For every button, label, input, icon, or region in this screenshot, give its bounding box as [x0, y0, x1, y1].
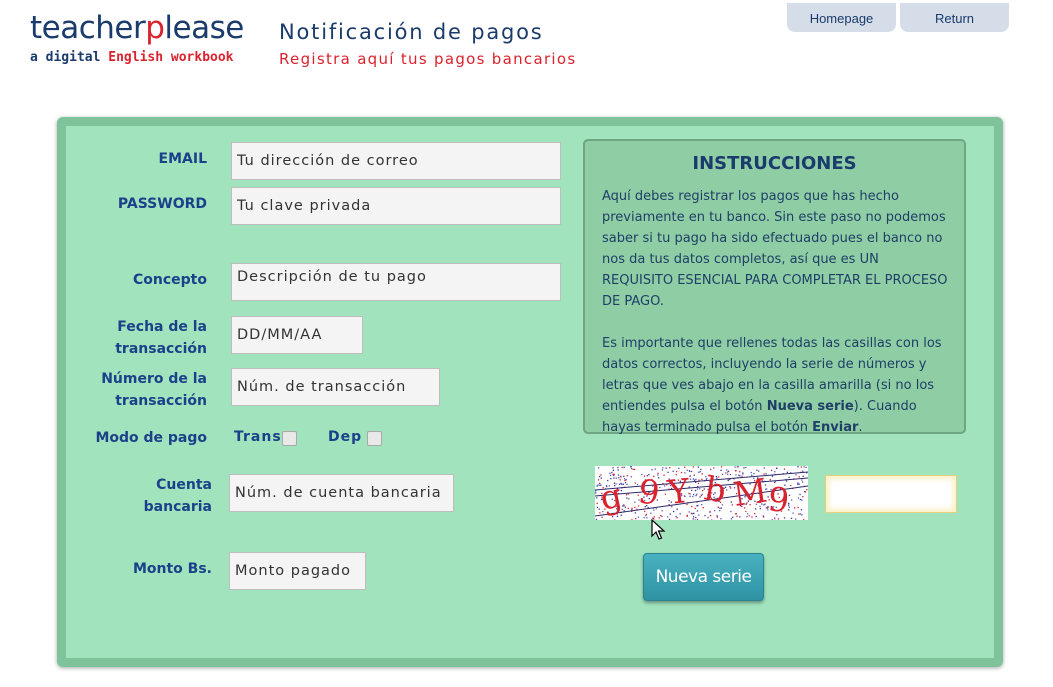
trans-label: Trans [234, 429, 282, 445]
captcha-char: M [731, 471, 770, 514]
concepto-label: Concepto [133, 272, 207, 288]
instructions-body: Aquí debes registrar los pagos que has h… [602, 186, 954, 459]
captcha-char: 9 [766, 479, 791, 520]
monto-field[interactable]: Monto pagado [229, 552, 366, 590]
instructions-box: INSTRUCCIONES Aquí debes registrar los p… [583, 139, 966, 435]
homepage-button[interactable]: Homepage [787, 3, 896, 32]
instructions-title: INSTRUCCIONES [692, 153, 857, 174]
cuenta-label: Cuenta bancaria [143, 477, 212, 515]
brand-logo: teacherplease a digital English workbook [30, 10, 244, 65]
captcha-char: Y [665, 471, 693, 512]
nueva-serie-button[interactable]: Nueva serie [643, 553, 764, 601]
logo-wordmark: teacherplease [30, 10, 244, 46]
logo-tagline: a digital English workbook [30, 50, 234, 65]
concepto-field[interactable]: Descripción de tu pago [231, 263, 561, 301]
password-field[interactable]: Tu clave privada [231, 187, 561, 225]
modo-label: Modo de pago [95, 430, 207, 446]
captcha-svg: g 9 Yb M9 [595, 466, 808, 520]
fecha-label: Fecha de la transacción [115, 319, 207, 357]
instructions-paragraph-1: Aquí debes registrar los pagos que has h… [602, 189, 948, 309]
dep-label: Dep [328, 429, 363, 445]
email-field[interactable]: Tu dirección de correo [231, 142, 561, 180]
captcha-char: b [702, 468, 730, 510]
monto-label: Monto Bs. [132, 561, 212, 577]
captcha-char: g [597, 475, 626, 518]
dep-checkbox[interactable] [367, 431, 382, 446]
page-subtitle: Registra aquí tus pagos bancarios [279, 50, 577, 68]
mouse-cursor-icon [651, 519, 666, 540]
cuenta-field[interactable]: Núm. de cuenta bancaria [229, 474, 454, 512]
captcha-input[interactable] [825, 475, 957, 513]
password-label: PASSWORD [117, 196, 207, 212]
fecha-field[interactable]: DD/MM/AA [231, 316, 363, 354]
trans-checkbox[interactable] [282, 431, 297, 446]
instructions-paragraph-2: Es importante que rellenes todas las cas… [602, 336, 942, 435]
captcha-image: g9YbM9 [595, 466, 808, 520]
numero-label: Número de la transacción [101, 371, 207, 409]
email-label: EMAIL [158, 151, 207, 167]
numero-field[interactable]: Núm. de transacción [231, 368, 440, 406]
page-title: Notificación de pagos [279, 20, 544, 44]
return-button[interactable]: Return [900, 3, 1009, 32]
